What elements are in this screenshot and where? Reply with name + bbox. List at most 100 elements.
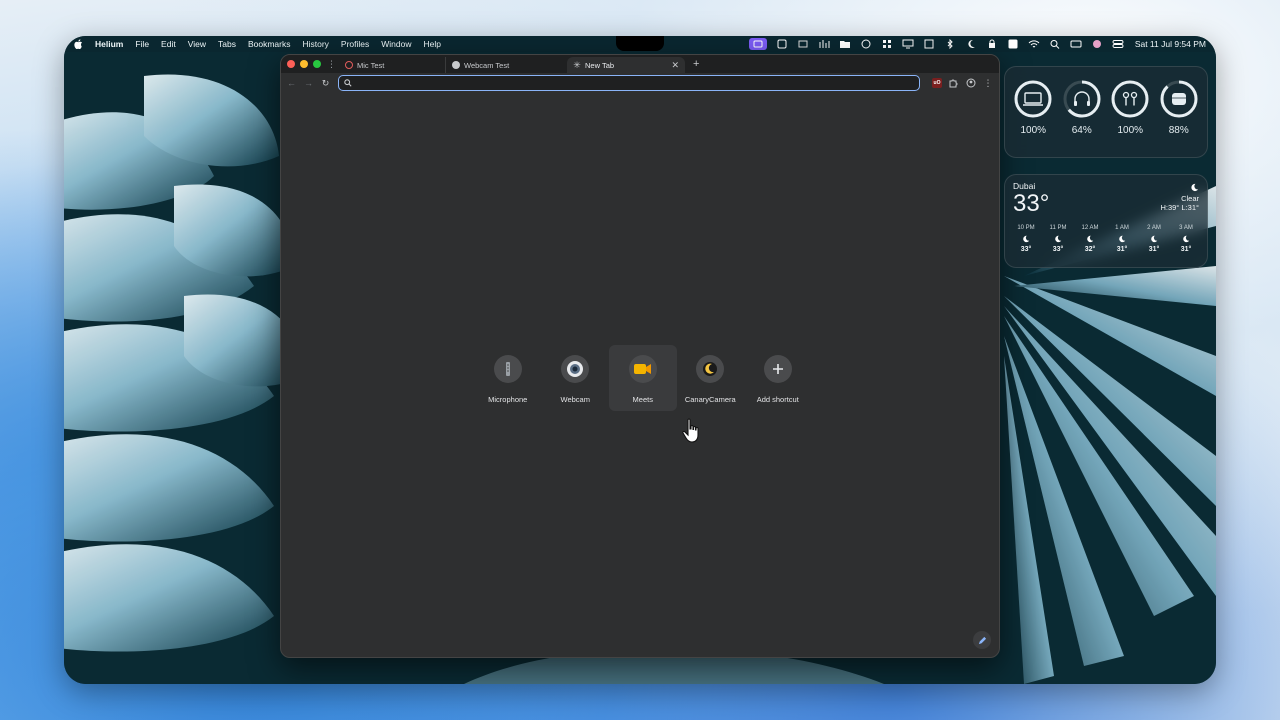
forecast-time: 1 AM [1115, 225, 1129, 231]
battery-percent: 100% [1020, 125, 1047, 136]
profile-avatar-icon[interactable] [966, 78, 976, 88]
shortcut-label: Webcam [560, 395, 590, 404]
shortcuts-grid: Microphone Webcam Meets CanaryCamera Add… [474, 345, 812, 411]
tab-mic-test[interactable]: Mic Test [339, 57, 445, 73]
menu-file[interactable]: File [135, 39, 149, 49]
battery-percent: 100% [1117, 125, 1144, 136]
tab-webcam-test[interactable]: Webcam Test [445, 57, 567, 73]
tab-menu-icon[interactable]: ⋮ [327, 59, 336, 69]
reload-icon[interactable]: ↻ [321, 78, 330, 88]
forward-arrow-icon[interactable]: → [304, 78, 313, 88]
wifi-icon[interactable] [1028, 39, 1040, 49]
weather-widget[interactable]: Dubai 33° Clear H:39° L:31° 10 PM 33° 11… [1004, 174, 1208, 268]
battery-percent: 64% [1071, 125, 1092, 136]
monitor-icon[interactable] [902, 39, 914, 49]
search-icon[interactable] [1049, 39, 1061, 49]
forecast-hour: 12 AM 32° [1075, 225, 1105, 253]
tab-title: New Tab [585, 60, 615, 70]
battery-percent: 88% [1168, 125, 1189, 136]
user-icon[interactable] [1070, 39, 1082, 49]
microphone-icon [493, 355, 522, 383]
forecast-temp: 31° [1180, 246, 1192, 253]
airpods-icon [1111, 80, 1149, 118]
back-arrow-icon[interactable]: ← [287, 78, 296, 88]
menu-app-name[interactable]: Helium [95, 39, 123, 49]
menu-edit[interactable]: Edit [161, 39, 176, 49]
extensions-puzzle-icon[interactable] [949, 78, 959, 88]
close-window-button[interactable] [287, 60, 295, 68]
weather-summary: Clear H:39° L:31° [1160, 183, 1199, 212]
forecast-temp: 33° [1052, 246, 1064, 253]
battery-headphones: 64% [1060, 79, 1104, 157]
clipboard-icon[interactable] [776, 39, 788, 49]
ublock-origin-icon[interactable]: uO [932, 78, 942, 88]
mirror-icon[interactable] [923, 39, 935, 49]
forecast-time: 2 AM [1147, 225, 1161, 231]
forecast-temp: 32° [1084, 246, 1096, 253]
forecast-time: 11 PM [1049, 225, 1067, 231]
close-tab-icon[interactable]: ✕ [671, 60, 679, 71]
browser-menu-icon[interactable]: ⋮ [983, 78, 993, 88]
menu-view[interactable]: View [188, 39, 206, 49]
shortcut-webcam[interactable]: Webcam [542, 345, 610, 411]
laptop-icon [1014, 80, 1052, 118]
apple-logo-icon[interactable] [74, 39, 83, 49]
tab-title: Mic Test [357, 60, 385, 70]
battery-laptop: 100% [1011, 79, 1055, 157]
headphones-icon [1063, 80, 1101, 118]
shortcut-meets[interactable]: Meets [609, 345, 677, 411]
batteries-widget[interactable]: 100% 64% 100% 88% [1004, 66, 1208, 158]
moon-icon [1119, 235, 1126, 243]
moon-icon[interactable] [965, 39, 977, 49]
forecast-temp: 33° [1020, 246, 1032, 253]
menu-bookmarks[interactable]: Bookmarks [248, 39, 291, 49]
control-center-icon[interactable] [1112, 39, 1124, 49]
minimize-window-button[interactable] [300, 60, 308, 68]
menu-clock[interactable]: Sat 11 Jul 9:54 PM [1135, 39, 1206, 49]
menu-help[interactable]: Help [424, 39, 441, 49]
forecast-hour: 2 AM 31° [1139, 225, 1169, 253]
moon-icon [1151, 235, 1158, 243]
desktop-screen: Helium File Edit View Tabs Bookmarks His… [64, 36, 1216, 684]
shortcut-microphone[interactable]: Microphone [474, 345, 542, 411]
browser-window: ⋮ Mic Test Webcam Test ✳ New Tab ✕ + ← →… [280, 54, 1000, 658]
address-bar[interactable] [338, 75, 920, 91]
omnibox-search-icon [344, 79, 352, 87]
menu-profiles[interactable]: Profiles [341, 39, 369, 49]
weather-hilo: H:39° L:31° [1160, 203, 1199, 212]
mic-test-favicon [345, 61, 353, 69]
bluetooth-icon[interactable] [944, 39, 956, 49]
stats-icon[interactable] [818, 39, 830, 49]
forecast-hour: 1 AM 31° [1107, 225, 1137, 253]
shortcut-label: Meets [632, 395, 653, 404]
shortcut-add[interactable]: Add shortcut [744, 345, 812, 411]
customize-edit-button[interactable] [973, 631, 991, 649]
moon-icon [1023, 235, 1030, 243]
moon-icon [1055, 235, 1062, 243]
tab-new-tab[interactable]: ✳ New Tab ✕ [567, 57, 685, 73]
window-controls [287, 60, 321, 68]
lock-icon[interactable] [986, 39, 998, 49]
screen-record-icon[interactable] [748, 38, 767, 50]
menu-tabs[interactable]: Tabs [218, 39, 236, 49]
vpn-icon[interactable] [860, 39, 872, 49]
grid-icon[interactable] [881, 39, 893, 49]
menu-window[interactable]: Window [381, 39, 411, 49]
folder-icon[interactable] [839, 39, 851, 49]
address-input[interactable] [356, 78, 896, 88]
keyboard-input-icon[interactable] [1007, 39, 1019, 49]
new-tab-plus-icon[interactable]: + [693, 58, 699, 70]
shortcut-label: Microphone [488, 395, 528, 404]
menu-history[interactable]: History [302, 39, 328, 49]
new-tab-page: Microphone Webcam Meets CanaryCamera Add… [281, 93, 999, 657]
display-icon[interactable] [797, 39, 809, 49]
shortcut-canary-camera[interactable]: CanaryCamera [677, 345, 745, 411]
forecast-time: 10 PM [1017, 225, 1035, 231]
siri-icon[interactable] [1091, 39, 1103, 49]
moon-icon [1183, 235, 1190, 243]
extension-icons: uO ⋮ [932, 78, 993, 88]
zoom-window-button[interactable] [313, 60, 321, 68]
battery-airpods: 100% [1108, 79, 1152, 157]
canary-camera-icon [696, 355, 725, 383]
browser-toolbar: ← → ↻ uO ⋮ [281, 73, 999, 93]
